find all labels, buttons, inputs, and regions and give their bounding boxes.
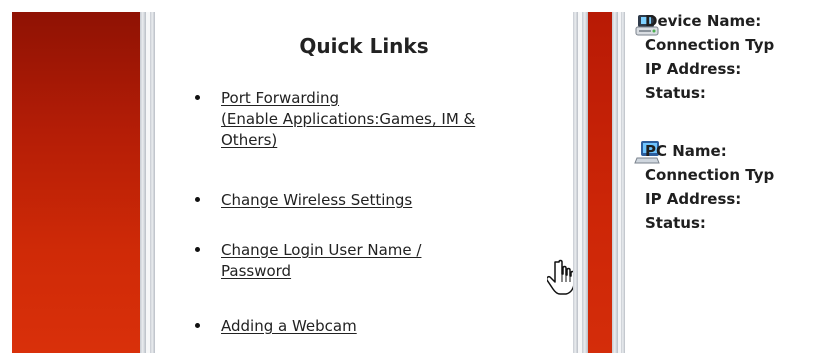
device-ip-address-label: IP Address:: [645, 60, 742, 78]
quick-links-panel: Quick Links Port Forwarding (Enable Appl…: [155, 12, 575, 353]
bullet-icon: [195, 323, 200, 328]
port-forwarding-link-line-2: (Enable Applications:Games, IM &: [221, 110, 476, 128]
pc-ip-address-label: IP Address:: [645, 190, 742, 208]
right-gray-rail: [573, 12, 578, 353]
device-status-label: Status:: [645, 84, 706, 102]
change-login-link-line-1: Change Login User Name /: [221, 241, 422, 259]
pc-status-label: Status:: [645, 214, 706, 232]
bullet-icon: [195, 95, 200, 100]
pc-name-label: PC Name:: [645, 142, 727, 160]
bullet-icon: [195, 197, 200, 202]
status-panel: Device Name: Connection Typ IP Address: …: [625, 12, 840, 353]
right-red-column: [588, 12, 612, 353]
change-login-link-line-2: Password: [221, 262, 292, 280]
quick-links-list: Port Forwarding (Enable Applications:Gam…: [155, 12, 573, 353]
adding-a-webcam-link[interactable]: Adding a Webcam: [221, 316, 357, 337]
change-login-user-name-link[interactable]: Change Login User Name / Password: [221, 240, 421, 282]
port-forwarding-link-line-3: Others): [221, 131, 278, 149]
port-forwarding-link-line-1: Port Forwarding: [221, 89, 340, 107]
device-connection-type-label: Connection Typ: [645, 36, 775, 54]
app-screen: Quick Links Port Forwarding (Enable Appl…: [0, 0, 840, 353]
port-forwarding-link[interactable]: Port Forwarding (Enable Applications:Gam…: [221, 88, 475, 151]
bullet-icon: [195, 247, 200, 252]
left-red-column: [12, 12, 140, 353]
top-band: [0, 0, 840, 12]
change-wireless-settings-link[interactable]: Change Wireless Settings: [221, 190, 412, 211]
device-name-label: Device Name:: [645, 12, 762, 30]
pc-connection-type-label: Connection Typ: [645, 166, 775, 184]
